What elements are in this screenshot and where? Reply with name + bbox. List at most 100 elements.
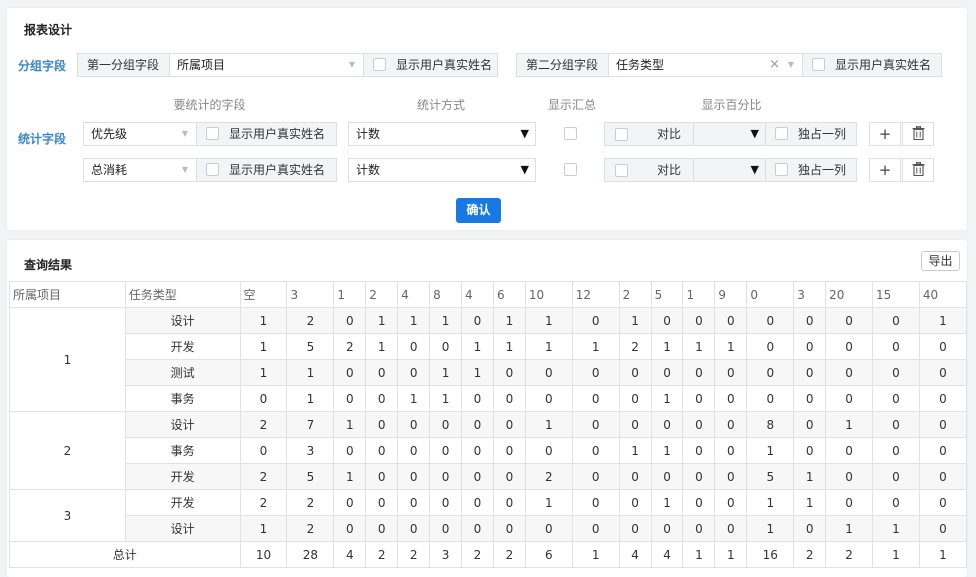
table-cell: 0 — [746, 307, 795, 334]
table-cell: 0 — [714, 515, 748, 542]
trash-icon — [912, 125, 924, 141]
table-header-cell: 4 — [397, 281, 431, 308]
total-label: 总计 — [9, 541, 241, 568]
checkbox-icon[interactable] — [206, 127, 219, 140]
chevron-down-icon: ▼ — [348, 60, 355, 69]
stat-field-value: 优先级 — [91, 127, 128, 141]
add-row-button[interactable]: + — [869, 158, 901, 182]
checkbox-icon[interactable] — [775, 163, 788, 176]
show-summary-checkbox[interactable] — [564, 163, 577, 176]
table-cell: 1 — [365, 333, 399, 360]
table-cell: 0 — [825, 489, 874, 516]
table-cell: 1 — [524, 489, 573, 516]
checkbox-icon[interactable] — [615, 164, 628, 177]
table-cell: 1 — [746, 489, 795, 516]
table-cell: 1 — [239, 307, 288, 334]
table-cell: 0 — [492, 489, 526, 516]
compare-toggle[interactable]: 对比 — [604, 122, 694, 146]
chevron-down-icon: ▼ — [787, 60, 794, 69]
delete-row-button[interactable] — [902, 122, 934, 146]
table-header-cell: 20 — [825, 281, 874, 308]
stat-realname-toggle[interactable]: 显示用户真实姓名 — [196, 122, 337, 146]
stat-method-select[interactable]: 计数 ▼ — [348, 158, 536, 182]
table-row: 测试 1 1 0 0 0 1 1 0 0 0 0 0 0 0 0 0 0 0 0 — [10, 359, 968, 386]
table-cell: 1 — [825, 515, 874, 542]
delete-row-button[interactable] — [902, 158, 934, 182]
table-cell: 0 — [397, 333, 431, 360]
group-name-cell: 3 — [9, 489, 126, 542]
clear-icon[interactable]: × — [769, 54, 780, 76]
table-cell: 0 — [571, 489, 620, 516]
exclusive-column-toggle[interactable]: 独占一列 — [765, 122, 857, 146]
table-header-cell: 空 — [239, 281, 288, 308]
table-cell: 0 — [825, 437, 874, 464]
query-result-panel: 查询结果 导出 所属项目 任务类型空 3 1 2 4 8 4 6 10 12 2 5 1 9 0 3 20 15 40… — [7, 240, 968, 577]
table-cell: 0 — [397, 437, 431, 464]
stat-method-select[interactable]: 计数 ▼ — [348, 122, 536, 146]
stat-realname-toggle[interactable]: 显示用户真实姓名 — [196, 158, 337, 182]
percent-select[interactable]: ▼ — [693, 158, 766, 182]
table-cell: 3 — [286, 437, 335, 464]
total-cell: 6 — [524, 541, 573, 568]
group-name-cell: 2 — [9, 411, 126, 490]
table-cell: 0 — [872, 333, 920, 360]
trash-icon — [912, 161, 924, 177]
table-cell: 0 — [793, 411, 827, 438]
table-header-cell: 10 — [524, 281, 573, 308]
compare-toggle[interactable]: 对比 — [604, 158, 694, 182]
table-cell: 0 — [618, 515, 652, 542]
plus-icon: + — [878, 161, 892, 179]
table-header-cell: 2 — [365, 281, 399, 308]
exclusive-column-toggle[interactable]: 独占一列 — [765, 158, 857, 182]
checkbox-icon[interactable] — [812, 58, 825, 71]
table-header-row: 所属项目 任务类型空 3 1 2 4 8 4 6 10 12 2 5 1 9 0 3 20 15 40 — [9, 281, 968, 308]
group2-realname-toggle[interactable]: 显示用户真实姓名 — [802, 53, 942, 77]
checkbox-icon[interactable] — [206, 163, 219, 176]
total-cell: 1 — [571, 541, 620, 568]
table-cell: 0 — [682, 489, 716, 516]
group1-realname-toggle[interactable]: 显示用户真实姓名 — [363, 53, 498, 77]
table-cell: 0 — [571, 307, 620, 334]
table-cell: 5 — [286, 463, 335, 490]
table-cell: 1 — [650, 385, 684, 412]
table-cell: 1 — [524, 307, 573, 334]
chevron-down-icon: ▼ — [181, 165, 188, 174]
stat-field-select[interactable]: 优先级 ▼ — [83, 122, 197, 146]
export-button[interactable]: 导出 — [921, 251, 960, 271]
table-cell: 0 — [618, 463, 652, 490]
group1-select[interactable]: 所属项目 ▼ — [169, 53, 364, 77]
checkbox-icon[interactable] — [775, 127, 788, 140]
stat-field-select[interactable]: 总消耗 ▼ — [83, 158, 197, 182]
table-cell: 0 — [492, 437, 526, 464]
table-cell: 0 — [825, 307, 874, 334]
table-cell: 0 — [492, 463, 526, 490]
percent-select[interactable]: ▼ — [693, 122, 766, 146]
table-cell: 0 — [618, 411, 652, 438]
table-cell: 0 — [524, 385, 573, 412]
stat-realname-label: 显示用户真实姓名 — [229, 127, 326, 141]
table-cell: 0 — [682, 515, 716, 542]
checkbox-icon[interactable] — [373, 58, 386, 71]
table-cell: 0 — [461, 307, 494, 334]
add-row-button[interactable]: + — [869, 122, 901, 146]
show-summary-checkbox[interactable] — [564, 127, 577, 140]
table-header-cell: 0 — [746, 281, 795, 308]
table-cell: 0 — [618, 489, 652, 516]
table-cell: 1 — [461, 359, 494, 386]
table-cell: 0 — [872, 437, 920, 464]
table-cell: 1 — [397, 385, 431, 412]
table-cell: 1 — [461, 333, 494, 360]
confirm-button[interactable]: 确认 — [456, 198, 501, 223]
table-cell: 2 — [286, 307, 335, 334]
checkbox-icon[interactable] — [615, 128, 628, 141]
table-cell: 2 — [618, 333, 652, 360]
task-type-cell: 设计 — [124, 307, 241, 334]
total-cell: 2 — [365, 541, 399, 568]
table-cell: 0 — [397, 359, 431, 386]
group2-select[interactable]: 任务类型 × ▼ — [608, 53, 803, 77]
table-cell: 1 — [333, 463, 367, 490]
table-cell: 0 — [714, 489, 748, 516]
total-cell: 2 — [397, 541, 431, 568]
table-cell: 5 — [286, 333, 335, 360]
group2-label: 第二分组字段 — [516, 53, 609, 77]
